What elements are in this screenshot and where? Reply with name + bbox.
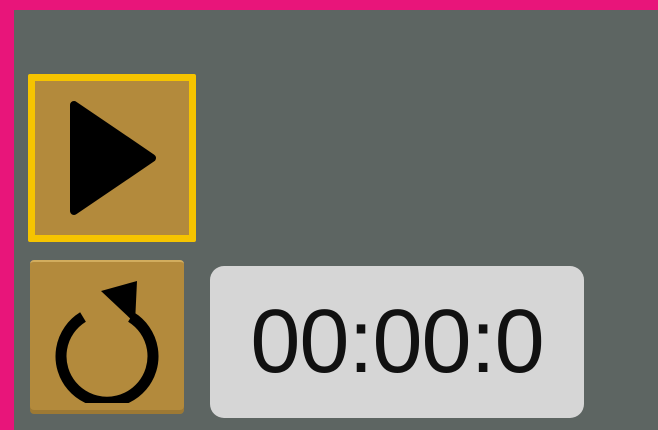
timer-display: 00:00:0 [210,266,584,418]
timer-value: 00:00:0 [250,291,544,392]
play-icon [64,99,160,217]
reset-button[interactable] [30,260,184,414]
reset-icon [47,273,167,403]
play-button[interactable] [28,74,196,242]
timer-panel: 00:00:0 [14,10,658,430]
